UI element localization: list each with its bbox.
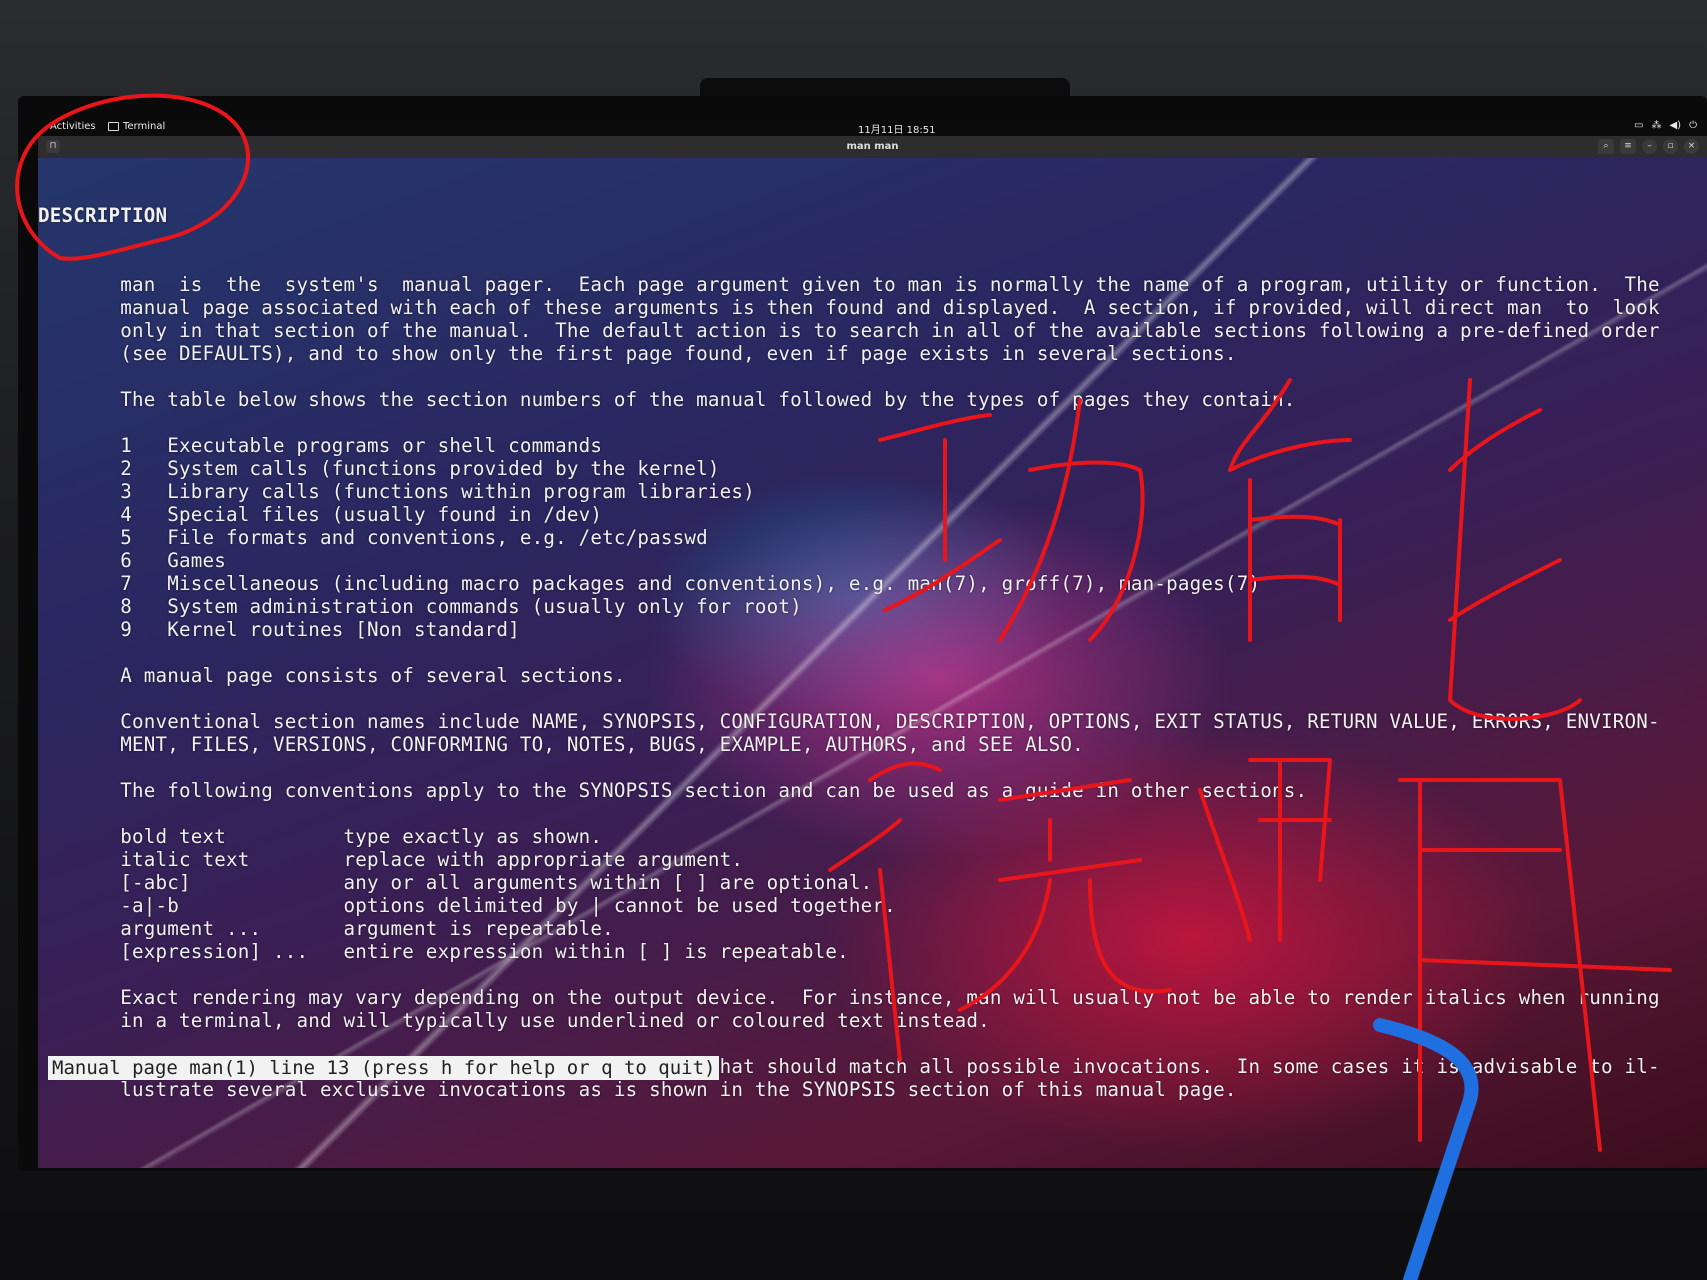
man-page-lines: man is the system's manual pager. Each p… xyxy=(38,273,1707,1101)
man-line xyxy=(38,641,1707,664)
section-heading: DESCRIPTION xyxy=(38,204,168,227)
man-line: 7 Miscellaneous (including macro package… xyxy=(38,572,1261,595)
man-line: Exact rendering may vary depending on th… xyxy=(38,986,1660,1009)
man-line: man is the system's manual pager. Each p… xyxy=(38,273,1660,296)
app-menu[interactable]: Terminal xyxy=(108,121,165,132)
hamburger-menu-icon[interactable]: ≡ xyxy=(1620,139,1636,154)
man-line: The table below shows the section number… xyxy=(38,388,1296,411)
notification-icon[interactable]: ▭ xyxy=(1634,120,1643,131)
man-line: (see DEFAULTS), and to show only the fir… xyxy=(38,342,1237,365)
maximize-icon[interactable]: ▫ xyxy=(1663,139,1678,154)
man-line xyxy=(38,1032,1707,1055)
terminal-headerbar: ⊓ man man ⌕ ≡ – ▫ × xyxy=(38,136,1707,158)
man-line: A manual page consists of several sectio… xyxy=(38,664,626,687)
man-page-content: DESCRIPTION man is the system's manual p… xyxy=(38,158,1707,1147)
window-title: man man xyxy=(846,141,899,152)
man-line: bold text type exactly as shown. xyxy=(38,825,603,848)
activities-button[interactable]: Activities xyxy=(50,121,96,132)
search-icon[interactable]: ⌕ xyxy=(1598,139,1614,154)
man-line: [expression] ... entire expression withi… xyxy=(38,940,849,963)
man-line: 3 Library calls (functions within progra… xyxy=(38,480,755,503)
man-line: 9 Kernel routines [Non standard] xyxy=(38,618,520,641)
volume-icon[interactable]: ◀) xyxy=(1669,120,1681,131)
man-line: [-abc] any or all arguments within [ ] a… xyxy=(38,871,873,894)
man-line: 6 Games xyxy=(38,549,227,572)
man-line xyxy=(38,756,1707,779)
man-line: 2 System calls (functions provided by th… xyxy=(38,457,720,480)
pager-status-line: Manual page man(1) line 13 (press h for … xyxy=(48,1056,720,1080)
man-line xyxy=(38,963,1707,986)
man-line: 1 Executable programs or shell commands xyxy=(38,434,603,457)
man-line xyxy=(38,365,1707,388)
man-line: The following conventions apply to the S… xyxy=(38,779,1308,802)
headerbar-tools: ⌕ ≡ – ▫ × xyxy=(1598,139,1699,154)
man-line: MENT, FILES, VERSIONS, CONFORMING TO, NO… xyxy=(38,733,1084,756)
man-line: 5 File formats and conventions, e.g. /et… xyxy=(38,526,708,549)
man-line: -a|-b options delimited by | cannot be u… xyxy=(38,894,896,917)
network-icon[interactable]: ⁂ xyxy=(1651,120,1661,131)
man-line: in a terminal, and will typically use un… xyxy=(38,1009,990,1032)
system-tray[interactable]: ▭ ⁂ ◀) ⏻ xyxy=(1634,120,1697,131)
close-icon[interactable]: × xyxy=(1684,139,1699,154)
screen: Activities Terminal 11月11日 18:51 ▭ ⁂ ◀) … xyxy=(38,118,1707,1168)
man-line: only in that section of the manual. The … xyxy=(38,319,1660,342)
man-line: 8 System administration commands (usuall… xyxy=(38,595,802,618)
clock[interactable]: 11月11日 18:51 xyxy=(858,121,935,136)
man-line: manual page associated with each of thes… xyxy=(38,296,1660,319)
man-line: italic text replace with appropriate arg… xyxy=(38,848,744,871)
app-name: Terminal xyxy=(123,121,166,132)
minimize-icon[interactable]: – xyxy=(1642,139,1657,154)
man-line: 4 Special files (usually found in /dev) xyxy=(38,503,603,526)
man-line: argument ... argument is repeatable. xyxy=(38,917,614,940)
man-line xyxy=(38,411,1707,434)
man-line: lustrate several exclusive invocations a… xyxy=(38,1078,1237,1101)
man-line xyxy=(38,687,1707,710)
terminal-icon xyxy=(108,122,119,131)
man-line xyxy=(38,802,1707,825)
gnome-top-bar: Activities Terminal 11月11日 18:51 ▭ ⁂ ◀) … xyxy=(38,118,1707,136)
man-line: Conventional section names include NAME,… xyxy=(38,710,1660,733)
power-icon[interactable]: ⏻ xyxy=(1689,120,1697,131)
